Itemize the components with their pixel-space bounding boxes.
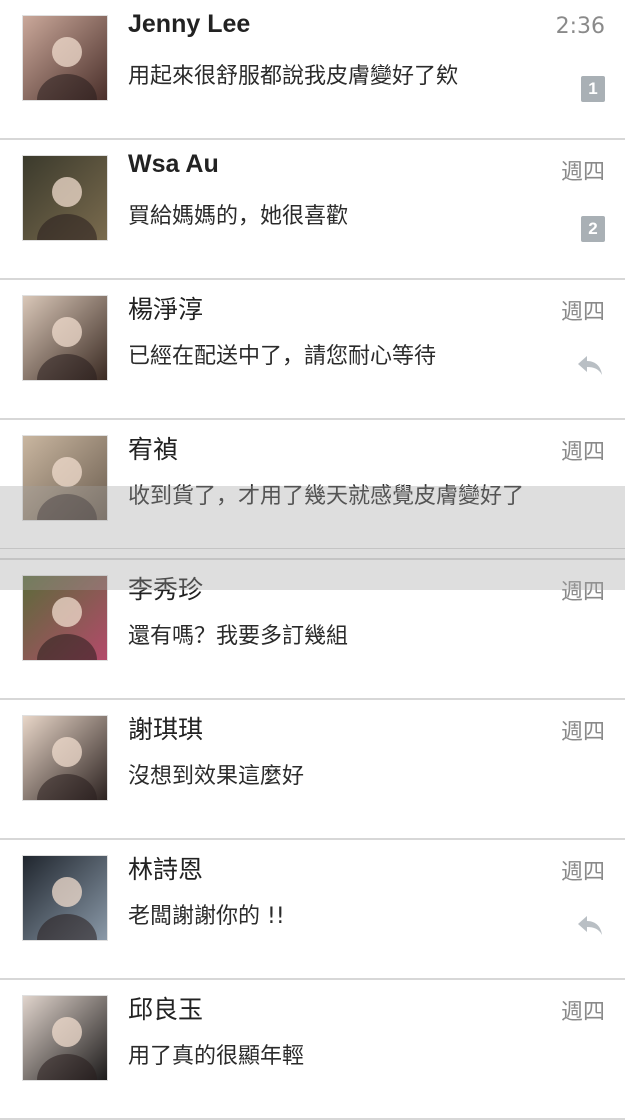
- conversation-row[interactable]: 宥禎 收到貨了，才用了幾天就感覺皮膚變好了 週四: [0, 420, 625, 560]
- timestamp: 週四: [560, 1000, 605, 1025]
- avatar-head: [52, 737, 82, 767]
- avatar: [22, 155, 108, 241]
- message-preview: 沒想到效果這麼好: [128, 764, 305, 789]
- avatar-head: [52, 1017, 82, 1047]
- conversation-row[interactable]: 謝琪琪 沒想到效果這麼好 週四: [0, 700, 625, 840]
- avatar-photo: [37, 597, 97, 660]
- avatar-photo: [37, 37, 97, 100]
- avatar-photo: [37, 737, 97, 800]
- contact-name: 楊淨淳: [128, 295, 204, 324]
- avatar: [22, 435, 108, 521]
- avatar-photo: [37, 317, 97, 380]
- avatar: [22, 575, 108, 661]
- conversation-list: Jenny Lee 用起來很舒服都說我皮膚變好了欸 2:36 1 Wsa Au …: [0, 0, 625, 1120]
- avatar-head: [52, 457, 82, 487]
- message-preview: 還有嗎？我要多訂幾組: [128, 624, 349, 649]
- contact-name: 宥禎: [128, 435, 179, 464]
- message-preview: 買給媽媽的，她很喜歡: [128, 204, 349, 229]
- conversation-row[interactable]: Wsa Au 買給媽媽的，她很喜歡 週四 2: [0, 140, 625, 280]
- avatar-body: [37, 774, 97, 800]
- avatar-photo: [37, 177, 97, 240]
- avatar-body: [37, 1054, 97, 1080]
- timestamp: 週四: [560, 860, 605, 885]
- avatar-photo: [37, 877, 97, 940]
- timestamp: 2:36: [555, 14, 605, 39]
- conversation-row[interactable]: 楊淨淳 已經在配送中了，請您耐心等待 週四: [0, 280, 625, 420]
- avatar-body: [37, 494, 97, 520]
- timestamp: 週四: [560, 300, 605, 325]
- avatar-body: [37, 354, 97, 380]
- overlay-divider: [0, 548, 625, 549]
- reply-arrow-icon: [575, 350, 605, 380]
- unread-badge: 1: [581, 76, 605, 102]
- reply-arrow-icon: [575, 910, 605, 940]
- avatar-body: [37, 74, 97, 100]
- avatar-photo: [37, 1017, 97, 1080]
- timestamp: 週四: [560, 160, 605, 185]
- contact-name: 邱良玉: [128, 995, 204, 1024]
- avatar: [22, 295, 108, 381]
- avatar-body: [37, 914, 97, 940]
- avatar: [22, 715, 108, 801]
- message-preview: 用起來很舒服都說我皮膚變好了欸: [128, 64, 459, 89]
- avatar: [22, 855, 108, 941]
- conversation-row[interactable]: 邱良玉 用了真的很顯年輕 週四: [0, 980, 625, 1120]
- timestamp: 週四: [560, 580, 605, 605]
- timestamp: 週四: [560, 720, 605, 745]
- contact-name: 李秀珍: [128, 575, 204, 604]
- conversation-row[interactable]: Jenny Lee 用起來很舒服都說我皮膚變好了欸 2:36 1: [0, 0, 625, 140]
- contact-name: 謝琪琪: [128, 715, 204, 744]
- timestamp: 週四: [560, 440, 605, 465]
- avatar-body: [37, 214, 97, 240]
- conversation-row[interactable]: 林詩恩 老闆謝謝你的 !! 週四: [0, 840, 625, 980]
- message-preview: 已經在配送中了，請您耐心等待: [128, 344, 437, 369]
- contact-name: 林詩恩: [128, 855, 204, 884]
- message-preview: 收到貨了，才用了幾天就感覺皮膚變好了: [128, 484, 525, 509]
- avatar-head: [52, 177, 82, 207]
- avatar-head: [52, 37, 82, 67]
- avatar: [22, 995, 108, 1081]
- conversation-row[interactable]: 李秀珍 還有嗎？我要多訂幾組 週四: [0, 560, 625, 700]
- contact-name: Wsa Au: [128, 150, 219, 178]
- unread-badge: 2: [581, 216, 605, 242]
- avatar: [22, 15, 108, 101]
- avatar-head: [52, 877, 82, 907]
- message-preview: 用了真的很顯年輕: [128, 1044, 305, 1069]
- avatar-body: [37, 634, 97, 660]
- avatar-photo: [37, 457, 97, 520]
- message-preview: 老闆謝謝你的 !!: [128, 904, 285, 929]
- avatar-head: [52, 597, 82, 627]
- contact-name: Jenny Lee: [128, 10, 251, 38]
- avatar-head: [52, 317, 82, 347]
